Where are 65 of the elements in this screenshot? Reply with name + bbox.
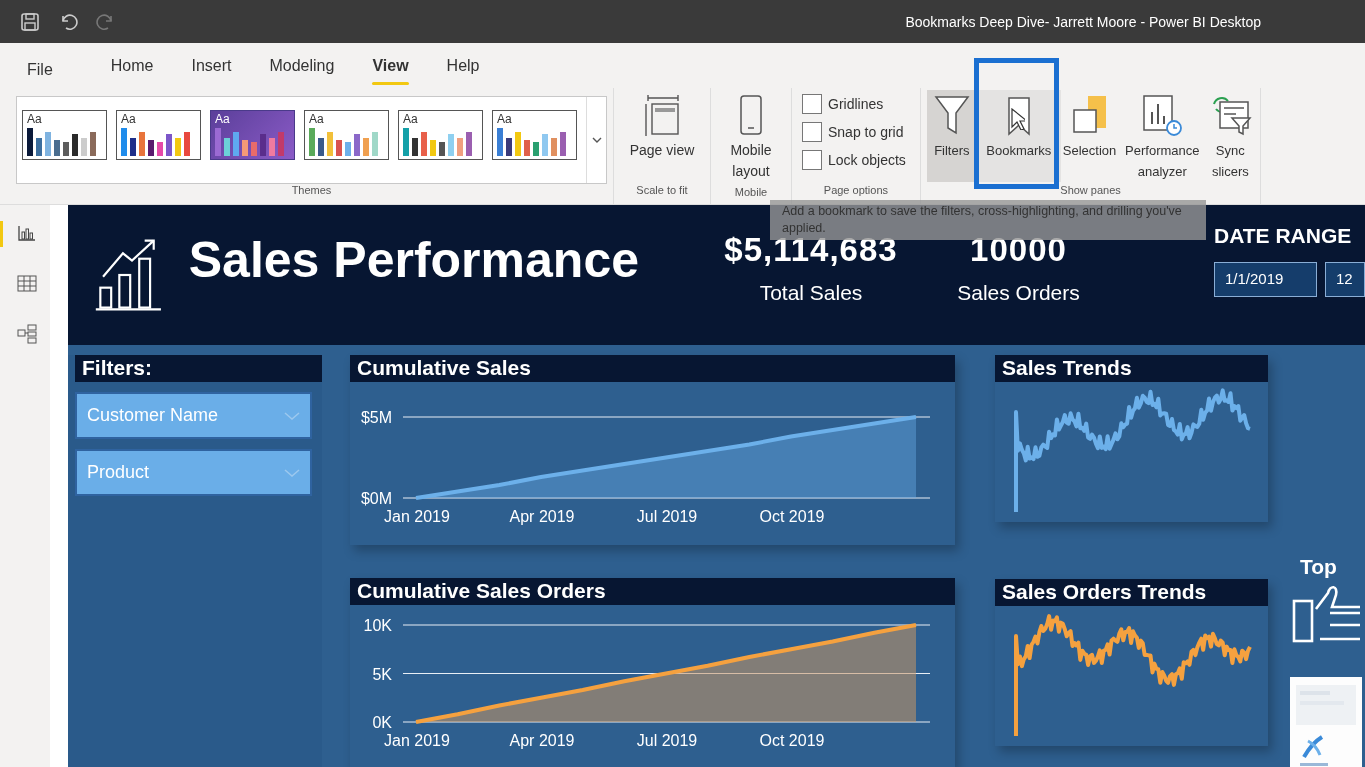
bar-chart-icon <box>16 224 37 244</box>
chevron-down-icon[interactable] <box>591 137 602 143</box>
menu-tab[interactable]: File <box>15 54 65 85</box>
axis-label: Jul 2019 <box>636 508 698 525</box>
chevron-down-icon <box>284 410 300 421</box>
menu-tab[interactable]: Home <box>98 50 166 81</box>
date-range-label: DATE RANGE <box>1214 223 1353 248</box>
axis-label: 5K <box>372 665 392 683</box>
group-label: Scale to fit <box>636 184 688 198</box>
theme-thumbnail[interactable]: Aa <box>492 110 577 160</box>
pane-button[interactable]: Performance analyzer <box>1118 90 1207 182</box>
axis-label: 0K <box>372 714 392 731</box>
group-label: Show panes <box>1060 184 1121 198</box>
chevron-down-icon <box>284 467 300 478</box>
panel-title: Filters: <box>75 355 322 382</box>
top-label: Top <box>1300 555 1337 579</box>
chart-title: Cumulative Sales Orders <box>350 578 955 605</box>
phone-icon <box>738 94 764 138</box>
group-label: Page options <box>823 184 888 198</box>
axis-label: $0M <box>360 490 392 507</box>
model-icon <box>16 324 37 344</box>
cursor-icon <box>1010 108 1025 130</box>
date-field[interactable]: 1/1/2019 <box>1214 261 1317 297</box>
page-layout-icon <box>642 94 682 138</box>
axis-label: 10K <box>363 617 392 634</box>
axis-label: Oct 2019 <box>759 508 825 525</box>
kpi-label: Sales Orders <box>957 281 1080 305</box>
checkbox-label: Lock objects <box>828 152 906 168</box>
pane-button[interactable]: Sync slicers <box>1206 90 1255 182</box>
report-title: Sales Performance <box>188 231 639 289</box>
chart-title: Cumulative Sales <box>350 355 955 382</box>
theme-thumbnail[interactable]: Aa <box>116 110 201 160</box>
theme-thumbnail[interactable]: Aa <box>22 110 107 160</box>
chart-title: Sales Orders Trends <box>995 579 1268 606</box>
axis-label: Oct 2019 <box>759 732 825 749</box>
axis-label: Apr 2019 <box>509 732 575 749</box>
axis-label: Jan 2019 <box>384 732 450 749</box>
checkbox[interactable] <box>802 150 822 170</box>
axis-label: Jul 2019 <box>636 732 698 749</box>
mobile-layout-button[interactable]: Mobile layout <box>717 90 785 186</box>
chart-title: Sales Trends <box>995 355 1268 382</box>
checkbox[interactable] <box>802 94 822 114</box>
pane-button[interactable]: Selection <box>1060 90 1119 182</box>
checkbox[interactable] <box>802 122 822 142</box>
axis-label: Apr 2019 <box>509 508 575 525</box>
menu-tab[interactable]: Modeling <box>257 50 347 81</box>
pane-button[interactable]: Filters <box>926 90 977 182</box>
menu-tab[interactable]: Help <box>434 50 492 81</box>
axis-label: Jan 2019 <box>384 508 450 525</box>
theme-thumbnail[interactable]: Aa <box>398 110 483 160</box>
checkbox-label: Snap to grid <box>828 124 904 140</box>
save-icon[interactable] <box>20 11 40 32</box>
window-title: Bookmarks Deep Dive- Jarrett Moore - Power BI Desktop <box>905 13 1261 30</box>
kpi-label: Total Sales <box>759 281 863 305</box>
menu-tab[interactable]: Insert <box>179 50 244 81</box>
group-label: Mobile <box>734 186 768 200</box>
group-label: Themes <box>291 184 332 198</box>
theme-thumbnail[interactable]: Aa <box>304 110 389 160</box>
date-field[interactable]: 12 <box>1325 261 1365 297</box>
table-icon <box>16 274 37 294</box>
axis-label: $5M <box>360 409 392 426</box>
page-view-button[interactable]: Page view <box>620 90 704 165</box>
checkbox-label: Gridlines <box>828 96 884 112</box>
chart-stopwatch-icon <box>1140 94 1185 138</box>
theme-thumbnail[interactable]: Aa <box>210 110 295 160</box>
